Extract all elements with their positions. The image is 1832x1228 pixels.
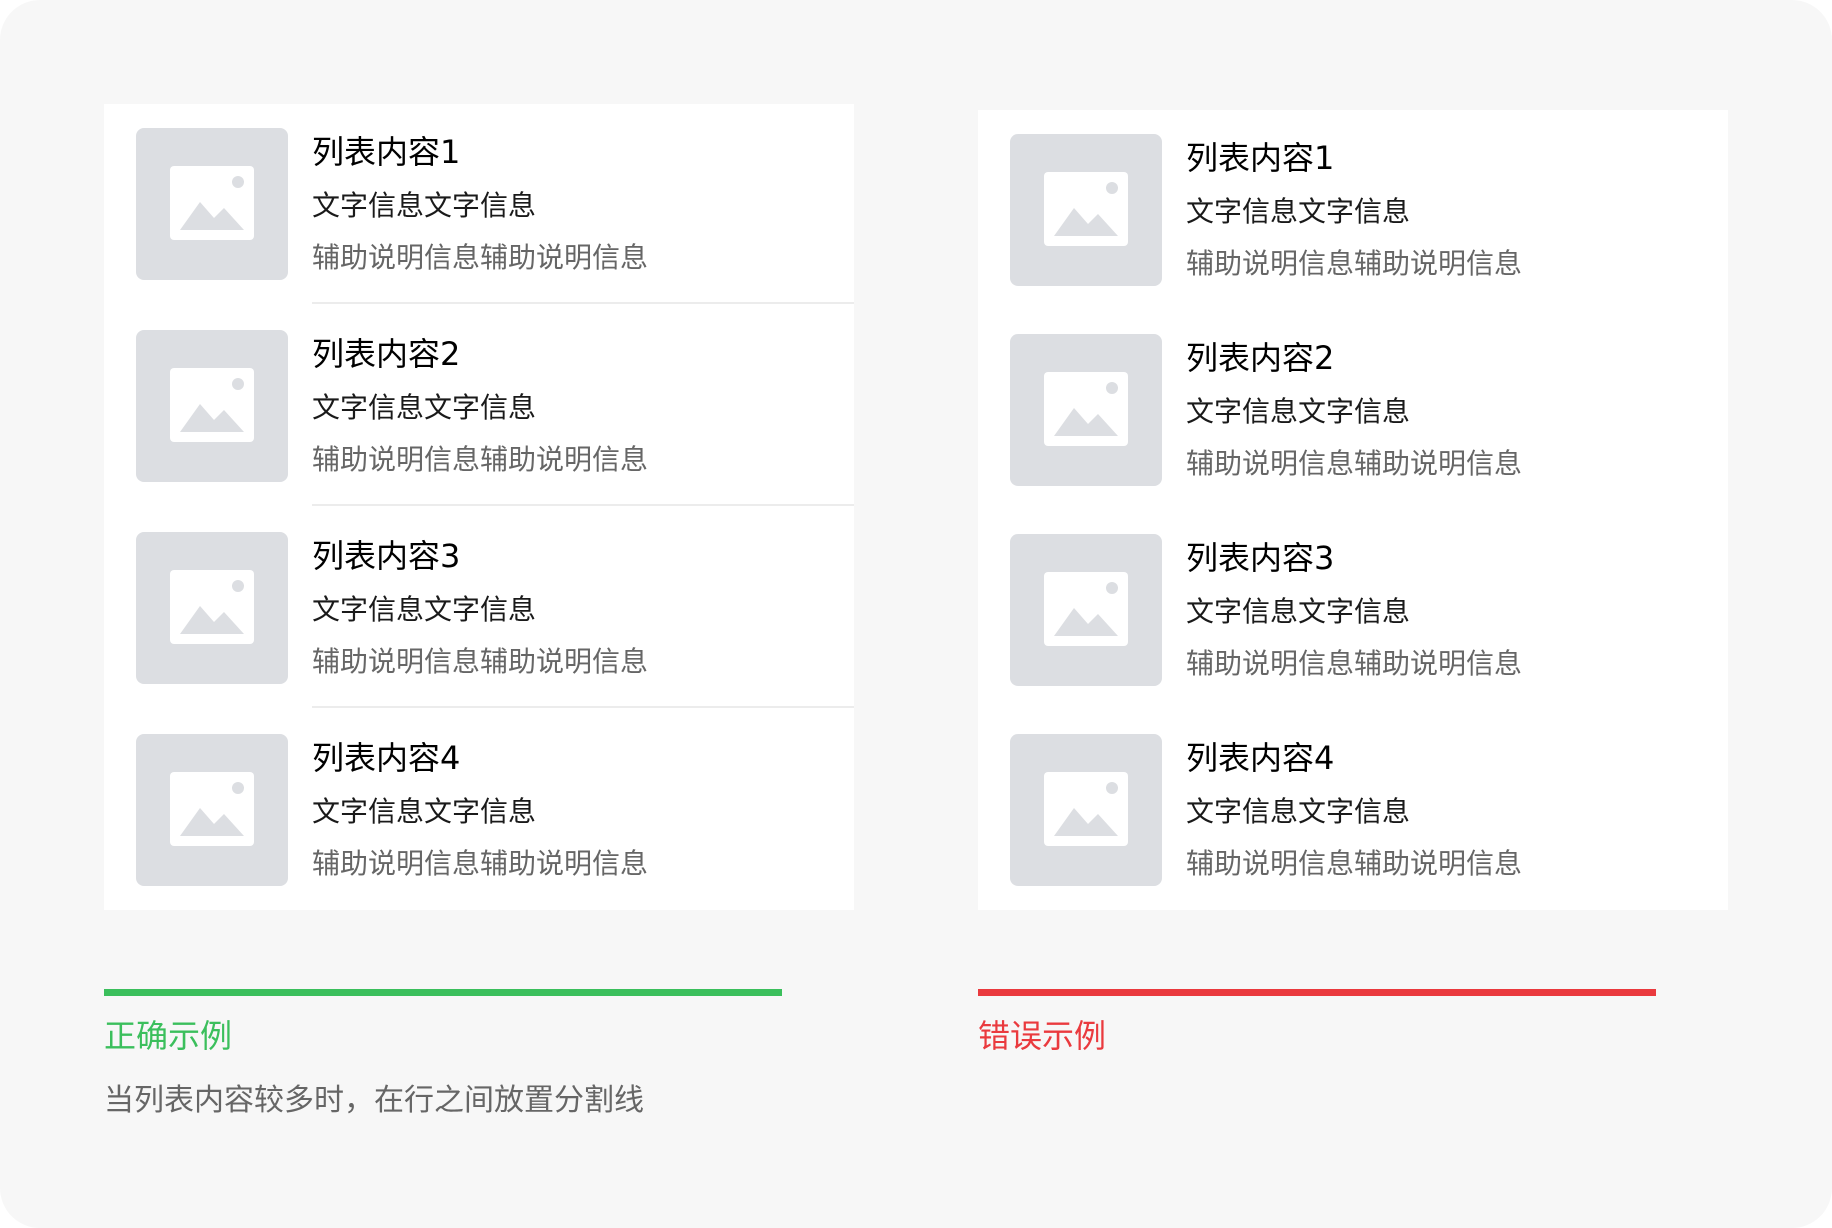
item-title: 列表内容4 — [312, 739, 461, 777]
thumbnail — [1010, 334, 1162, 486]
example-canvas: 列表内容1 文字信息文字信息 辅助说明信息辅助说明信息 列表内容2 文字信息文字… — [0, 0, 1832, 1228]
item-title: 列表内容4 — [1186, 739, 1335, 777]
item-aux: 辅助说明信息辅助说明信息 — [312, 645, 649, 678]
item-aux: 辅助说明信息辅助说明信息 — [1186, 247, 1523, 280]
correct-example-description: 当列表内容较多时，在行之间放置分割线 — [104, 1083, 644, 1118]
thumbnail — [136, 532, 288, 684]
item-text: 文字信息文字信息 — [1186, 395, 1411, 428]
item-aux: 辅助说明信息辅助说明信息 — [312, 847, 649, 880]
thumbnail — [1010, 134, 1162, 286]
item-text: 文字信息文字信息 — [1186, 595, 1411, 628]
list-item[interactable]: 列表内容2 文字信息文字信息 辅助说明信息辅助说明信息 — [978, 310, 1728, 510]
list-item[interactable]: 列表内容2 文字信息文字信息 辅助说明信息辅助说明信息 — [104, 306, 854, 506]
row-divider — [312, 706, 854, 708]
list-item[interactable]: 列表内容3 文字信息文字信息 辅助说明信息辅助说明信息 — [104, 508, 854, 708]
list-item[interactable]: 列表内容1 文字信息文字信息 辅助说明信息辅助说明信息 — [978, 110, 1728, 310]
item-text: 文字信息文字信息 — [312, 795, 537, 828]
list-item[interactable]: 列表内容4 文字信息文字信息 辅助说明信息辅助说明信息 — [104, 710, 854, 910]
item-title: 列表内容1 — [312, 133, 461, 171]
thumbnail — [1010, 534, 1162, 686]
image-placeholder-icon — [170, 772, 254, 846]
item-title: 列表内容2 — [312, 335, 461, 373]
image-placeholder-icon — [1044, 372, 1128, 446]
thumbnail — [136, 128, 288, 280]
item-text: 文字信息文字信息 — [1186, 795, 1411, 828]
image-placeholder-icon — [1044, 772, 1128, 846]
thumbnail — [1010, 734, 1162, 886]
list-item[interactable]: 列表内容1 文字信息文字信息 辅助说明信息辅助说明信息 — [104, 104, 854, 304]
image-placeholder-icon — [1044, 172, 1128, 246]
item-aux: 辅助说明信息辅助说明信息 — [1186, 447, 1523, 480]
list-item[interactable]: 列表内容4 文字信息文字信息 辅助说明信息辅助说明信息 — [978, 710, 1728, 910]
wrong-indicator-bar — [978, 989, 1656, 996]
image-placeholder-icon — [170, 368, 254, 442]
thumbnail — [136, 330, 288, 482]
item-text: 文字信息文字信息 — [312, 189, 537, 222]
item-aux: 辅助说明信息辅助说明信息 — [312, 443, 649, 476]
item-text: 文字信息文字信息 — [1186, 195, 1411, 228]
item-title: 列表内容3 — [312, 537, 461, 575]
wrong-example-list: 列表内容1 文字信息文字信息 辅助说明信息辅助说明信息 列表内容2 文字信息文字… — [978, 110, 1728, 910]
item-aux: 辅助说明信息辅助说明信息 — [312, 241, 649, 274]
image-placeholder-icon — [170, 570, 254, 644]
correct-example-label: 正确示例 — [104, 1017, 233, 1055]
list-item[interactable]: 列表内容3 文字信息文字信息 辅助说明信息辅助说明信息 — [978, 510, 1728, 710]
item-text: 文字信息文字信息 — [312, 593, 537, 626]
item-aux: 辅助说明信息辅助说明信息 — [1186, 647, 1523, 680]
thumbnail — [136, 734, 288, 886]
item-title: 列表内容2 — [1186, 339, 1335, 377]
item-aux: 辅助说明信息辅助说明信息 — [1186, 847, 1523, 880]
correct-indicator-bar — [104, 989, 782, 996]
correct-example-list: 列表内容1 文字信息文字信息 辅助说明信息辅助说明信息 列表内容2 文字信息文字… — [104, 104, 854, 910]
row-divider — [312, 504, 854, 506]
wrong-example-label: 错误示例 — [978, 1017, 1107, 1055]
image-placeholder-icon — [1044, 572, 1128, 646]
item-title: 列表内容1 — [1186, 139, 1335, 177]
image-placeholder-icon — [170, 166, 254, 240]
item-text: 文字信息文字信息 — [312, 391, 537, 424]
row-divider — [312, 302, 854, 304]
item-title: 列表内容3 — [1186, 539, 1335, 577]
